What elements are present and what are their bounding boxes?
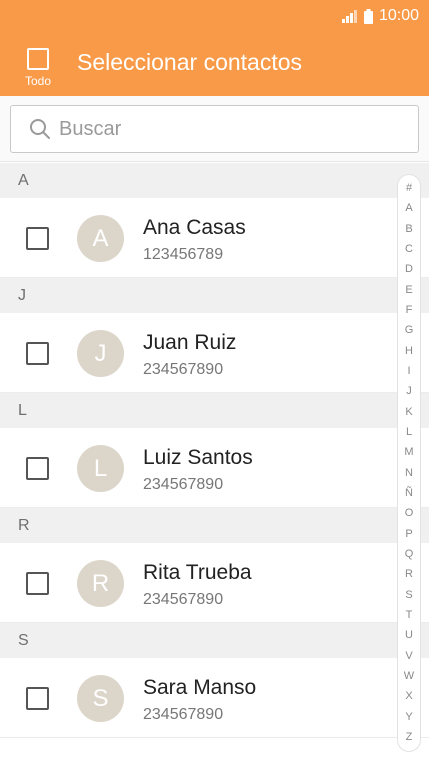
index-letter[interactable]: U [405, 630, 413, 641]
index-letter[interactable]: A [405, 203, 412, 214]
avatar: A [77, 215, 124, 262]
status-bar: 10:00 [341, 6, 419, 26]
alphabet-index-scroller[interactable]: # A B C D E F G H I J K L M N Ñ O P Q R S T U V W X Y Z [397, 174, 421, 752]
index-letter[interactable]: O [405, 508, 414, 519]
contact-checkbox[interactable] [26, 457, 49, 480]
contact-name: Juan Ruiz [143, 331, 237, 354]
index-letter[interactable]: D [405, 264, 413, 275]
list-item[interactable]: A Ana Casas 123456789 [0, 198, 429, 278]
contact-checkbox[interactable] [26, 342, 49, 365]
index-letter[interactable]: J [406, 386, 412, 397]
index-letter[interactable]: F [406, 304, 413, 316]
list-item[interactable]: J Juan Ruiz 234567890 [0, 313, 429, 393]
index-letter[interactable]: G [405, 325, 414, 336]
index-letter[interactable]: X [405, 691, 412, 702]
select-all-box[interactable] [27, 48, 49, 70]
avatar: S [77, 675, 124, 722]
index-letter[interactable]: K [405, 406, 412, 418]
contact-number: 234567890 [143, 476, 224, 493]
page-title: Seleccionar contactos [77, 49, 303, 75]
contact-checkbox[interactable] [26, 227, 49, 250]
index-letter[interactable]: Y [405, 711, 412, 723]
index-letter[interactable]: B [405, 223, 412, 235]
list-item[interactable]: S Sara Manso 234567890 [0, 658, 429, 738]
list-item[interactable]: R Rita Trueba 234567890 [0, 543, 429, 623]
section-header-l: L [0, 393, 429, 428]
section-header-j: J [0, 278, 429, 313]
avatar: L [77, 445, 124, 492]
app-header: 10:00 Todo Seleccionar contactos [0, 0, 429, 96]
index-letter[interactable]: L [406, 426, 412, 438]
search-icon [30, 119, 50, 139]
section-header-a: A [0, 163, 429, 198]
avatar: R [77, 560, 124, 607]
contact-checkbox[interactable] [26, 572, 49, 595]
index-letter[interactable]: I [407, 365, 410, 377]
index-letter[interactable]: P [405, 528, 412, 540]
index-letter[interactable]: V [405, 650, 412, 662]
index-letter[interactable]: W [404, 670, 414, 682]
section-header-r: R [0, 508, 429, 543]
contact-list: A A Ana Casas 123456789 J J Juan Ruiz 23… [0, 163, 429, 738]
index-letter[interactable]: H [405, 345, 413, 357]
index-letter[interactable]: Q [405, 548, 414, 560]
avatar: J [77, 330, 124, 377]
contact-name: Luiz Santos [143, 446, 253, 469]
index-letter[interactable]: E [405, 284, 412, 296]
contact-name: Ana Casas [143, 216, 246, 239]
signal-icon [341, 10, 357, 23]
search-input[interactable] [59, 117, 379, 141]
contact-number: 234567890 [143, 591, 224, 608]
index-letter[interactable]: Ñ [405, 487, 413, 499]
index-letter[interactable]: R [405, 569, 413, 580]
index-letter[interactable]: M [404, 447, 413, 458]
index-letter[interactable]: # [406, 183, 412, 194]
select-all-checkbox[interactable]: Todo [18, 48, 58, 88]
contact-number: 123456789 [143, 246, 224, 263]
contact-name: Rita Trueba [143, 561, 252, 584]
search-field[interactable] [10, 105, 419, 153]
battery-icon [363, 8, 373, 24]
list-item[interactable]: L Luiz Santos 234567890 [0, 428, 429, 508]
index-letter[interactable]: Z [406, 731, 413, 743]
index-letter[interactable]: N [405, 467, 413, 479]
contact-name: Sara Manso [143, 676, 257, 699]
contact-number: 234567890 [143, 706, 224, 723]
section-header-s: S [0, 623, 429, 658]
index-letter[interactable]: T [406, 609, 413, 621]
contact-number: 234567890 [143, 361, 224, 378]
select-all-label: Todo [24, 74, 52, 88]
search-area [0, 96, 429, 162]
status-time: 10:00 [378, 7, 419, 24]
index-letter[interactable]: C [405, 243, 413, 255]
contact-checkbox[interactable] [26, 687, 49, 710]
index-letter[interactable]: S [405, 589, 412, 601]
